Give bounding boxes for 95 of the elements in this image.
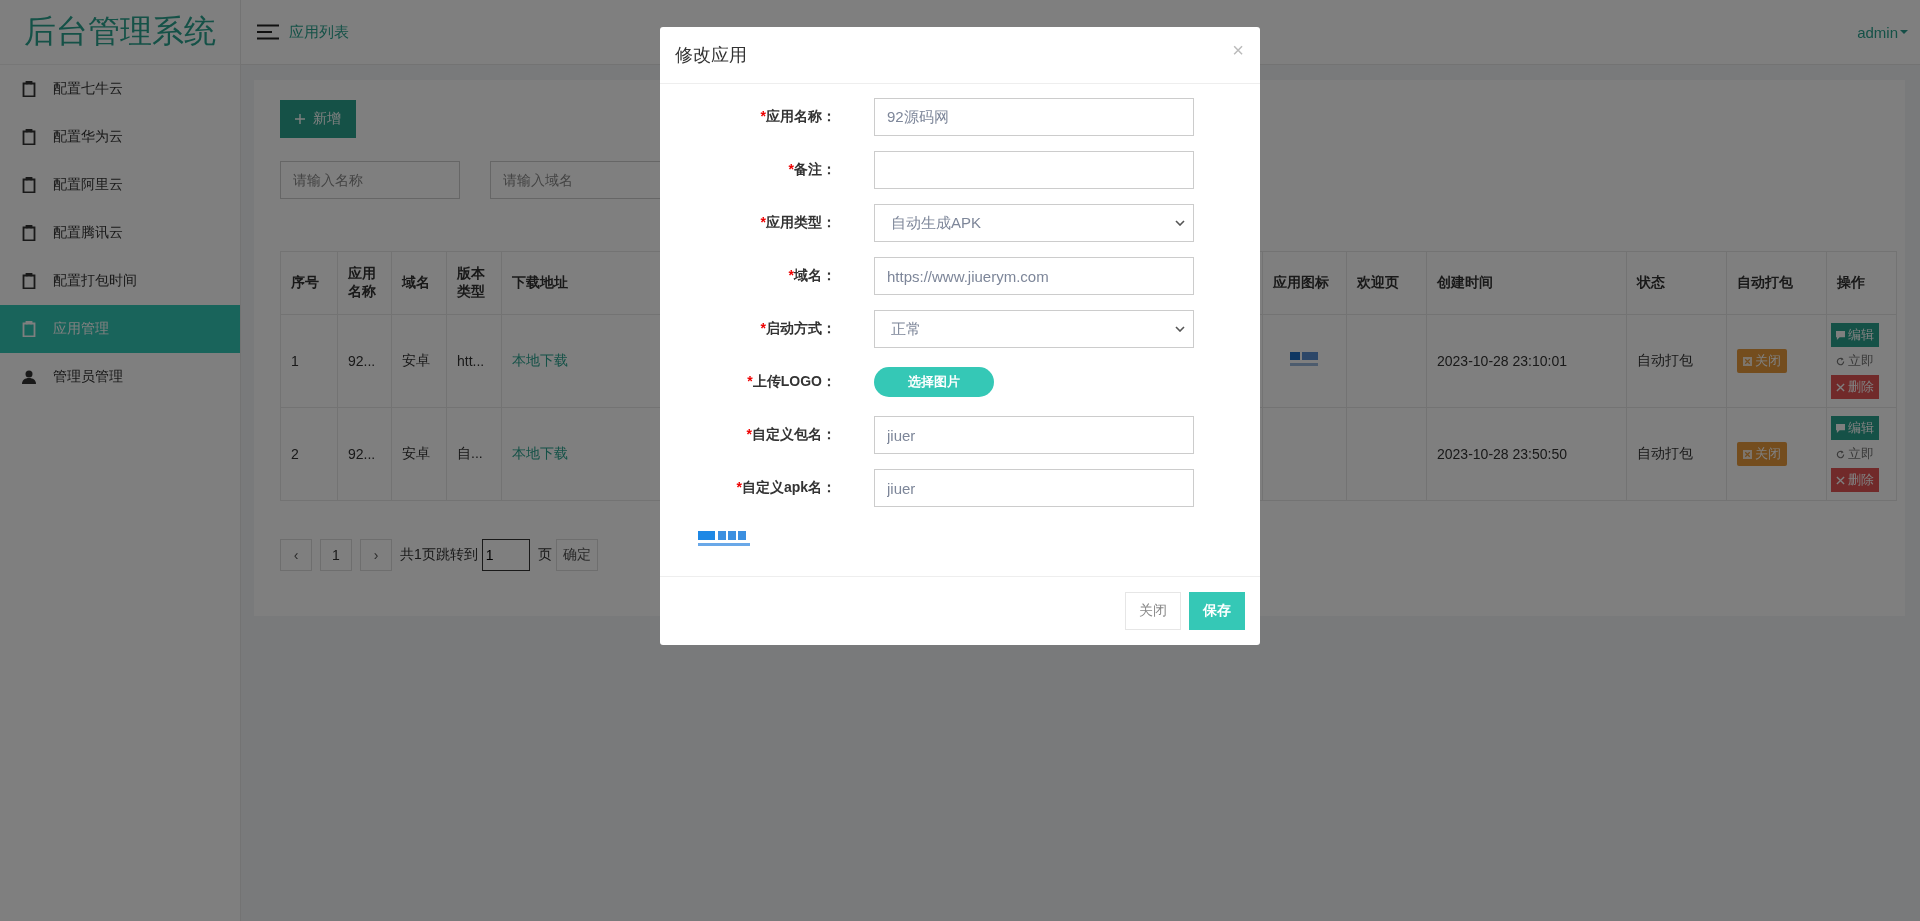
- dropdown-field[interactable]: 自动生成APK: [874, 204, 1194, 242]
- close-dialog-button[interactable]: 关闭: [1125, 592, 1181, 630]
- table-cell: 92...: [337, 407, 392, 501]
- dialog-title: 修改应用: [675, 44, 747, 67]
- field-label: 启动方式：: [766, 320, 836, 336]
- field-label: 备注：: [794, 161, 836, 177]
- field-label: 应用名称：: [766, 108, 836, 124]
- table-cell: 2023-10-28 23:10:01: [1426, 314, 1627, 408]
- column-header: 域名: [391, 251, 447, 315]
- required-mark: *: [788, 161, 794, 177]
- column-header: 序号: [280, 251, 338, 315]
- search-field[interactable]: 请输入名称: [280, 161, 460, 199]
- sidebar-item[interactable]: 管理员管理: [0, 353, 240, 401]
- table-cell: 2023-10-28 23:50:50: [1426, 407, 1627, 501]
- text-field[interactable]: jiuer: [874, 416, 1194, 454]
- table-cell: 安卓: [391, 314, 447, 408]
- column-header: 自动打包: [1726, 251, 1827, 315]
- add-button[interactable]: 新增: [280, 100, 356, 138]
- clipboard-icon: [22, 129, 36, 145]
- column-header: 创建时间: [1426, 251, 1627, 315]
- column-header: 状态: [1626, 251, 1727, 315]
- page-jump-field[interactable]: 1: [481, 539, 530, 571]
- required-mark: *: [760, 108, 766, 124]
- required-mark: *: [736, 479, 742, 495]
- required-mark: *: [760, 214, 766, 230]
- delete-button[interactable]: 删除: [1831, 375, 1879, 399]
- comment-icon: [1836, 330, 1845, 340]
- table-cell: 自动打包: [1626, 407, 1727, 501]
- close-icon: [1836, 382, 1845, 392]
- edit-button[interactable]: 编辑: [1831, 416, 1879, 440]
- table-cell: 1: [280, 314, 338, 408]
- auto-pack-toggle[interactable]: 关闭: [1737, 442, 1787, 466]
- field-label: 自定义包名：: [752, 426, 836, 442]
- auto-pack-toggle[interactable]: 关闭: [1737, 349, 1787, 373]
- download-link[interactable]: 本地下载: [512, 445, 568, 461]
- column-header: 欢迎页: [1346, 251, 1427, 315]
- sidebar-item[interactable]: 配置阿里云: [0, 161, 240, 209]
- refresh-icon: [1836, 449, 1845, 459]
- edit-button[interactable]: 编辑: [1831, 323, 1879, 347]
- column-header: 应用名称: [337, 251, 392, 315]
- text-field[interactable]: [874, 151, 1194, 189]
- table-cell: 92...: [337, 314, 392, 408]
- text-field[interactable]: https://www.jiuerym.com: [874, 257, 1194, 295]
- field-label: 上传LOGO：: [752, 373, 836, 389]
- close-square-icon: [1743, 356, 1752, 366]
- clipboard-icon: [22, 225, 36, 241]
- required-mark: *: [760, 320, 766, 336]
- user-menu[interactable]: admin: [1857, 23, 1908, 41]
- required-mark: *: [747, 373, 753, 389]
- clipboard-icon: [22, 321, 36, 337]
- page-button[interactable]: 1: [320, 539, 352, 571]
- user-icon: [22, 370, 36, 384]
- sidebar-item[interactable]: 配置腾讯云: [0, 209, 240, 257]
- breadcrumb: 应用列表: [289, 22, 349, 42]
- clipboard-icon: [22, 81, 36, 97]
- chevron-down-icon: [1175, 326, 1185, 332]
- text-field[interactable]: jiuer: [874, 469, 1194, 507]
- column-header: 操作: [1826, 251, 1897, 315]
- field-label: 应用类型：: [766, 214, 836, 230]
- next-page-button[interactable]: ›: [360, 539, 392, 571]
- sidebar-item[interactable]: 配置打包时间: [0, 257, 240, 305]
- text-field[interactable]: 92源码网: [874, 98, 1194, 136]
- sidebar-item[interactable]: 配置华为云: [0, 113, 240, 161]
- dropdown-field[interactable]: 正常: [874, 310, 1194, 348]
- table-cell: 安卓: [391, 407, 447, 501]
- download-link[interactable]: 本地下载: [512, 352, 568, 368]
- clipboard-icon: [22, 177, 36, 193]
- column-header: 版本类型: [446, 251, 502, 315]
- choose-image-button[interactable]: 选择图片: [874, 367, 994, 397]
- field-label: 域名：: [794, 267, 836, 283]
- delete-button[interactable]: 删除: [1831, 468, 1879, 492]
- close-button[interactable]: ×: [1232, 38, 1244, 62]
- table-cell: htt...: [446, 314, 502, 408]
- close-square-icon: [1743, 449, 1752, 459]
- table-cell: 自动打包: [1626, 314, 1727, 408]
- required-mark: *: [746, 426, 752, 442]
- confirm-jump-button[interactable]: 确定: [555, 539, 598, 571]
- required-mark: *: [788, 267, 794, 283]
- close-icon: [1836, 475, 1845, 485]
- refresh-icon: [1836, 356, 1845, 366]
- table-cell: 自...: [446, 407, 502, 501]
- comment-icon: [1836, 423, 1845, 433]
- previous-page-button[interactable]: ‹: [280, 539, 312, 571]
- caret-icon: [1900, 30, 1908, 34]
- clipboard-icon: [22, 273, 36, 289]
- page-unit-label: 页: [537, 546, 552, 564]
- table-cell: 2: [280, 407, 338, 501]
- column-header: 应用图标: [1262, 251, 1347, 315]
- menu-icon[interactable]: [257, 24, 279, 40]
- field-label: 自定义apk名：: [741, 479, 836, 495]
- plus-icon: [295, 114, 305, 124]
- chevron-down-icon: [1175, 220, 1185, 226]
- page-total-label: 共1页跳转到: [400, 546, 478, 564]
- save-button[interactable]: 保存: [1189, 592, 1245, 630]
- sidebar-item[interactable]: 配置七牛云: [0, 65, 240, 113]
